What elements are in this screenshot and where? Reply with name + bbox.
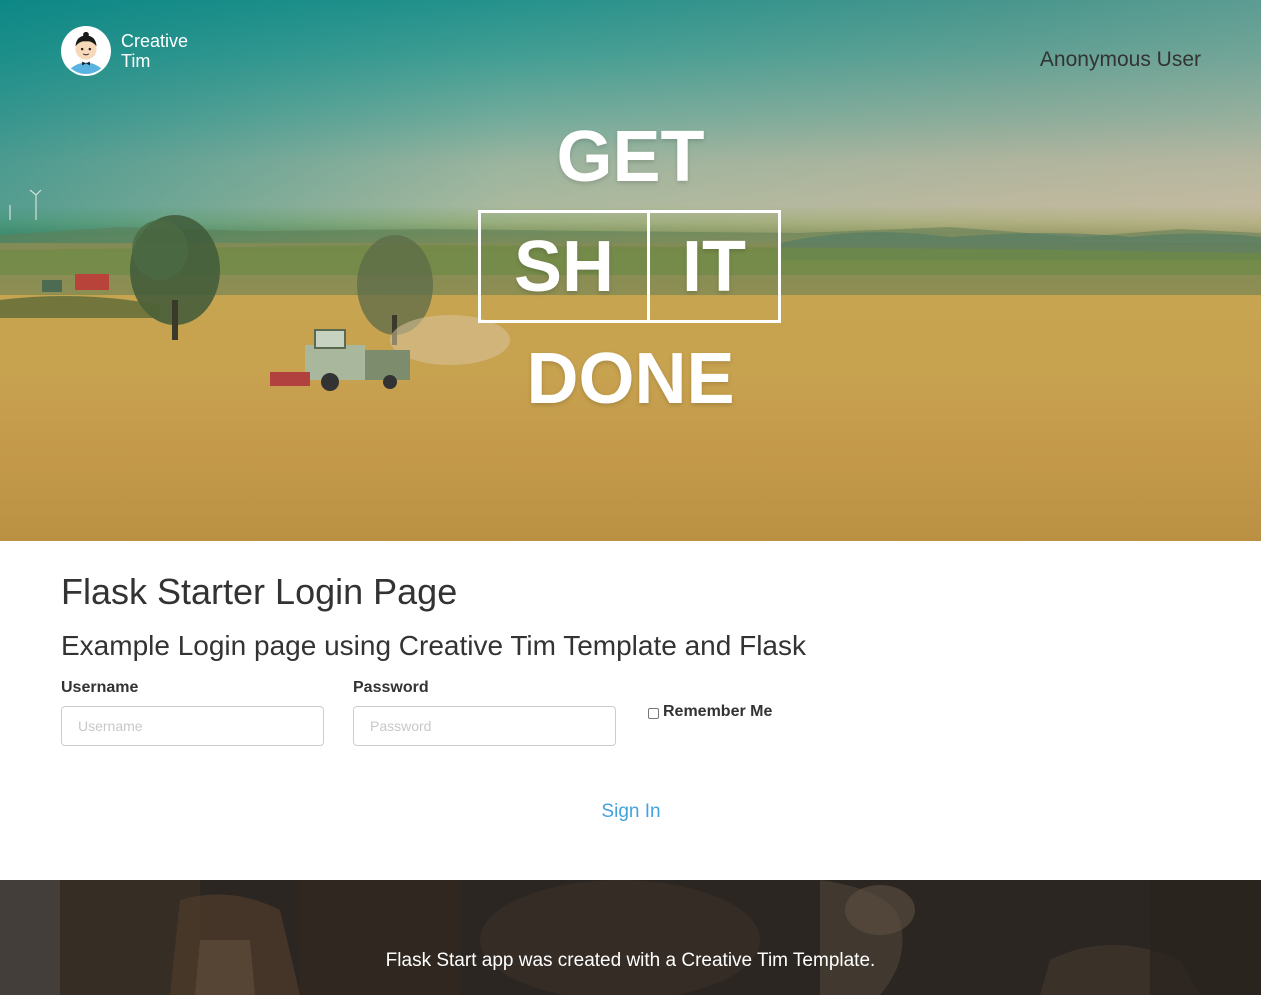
username-field-group: Username (61, 679, 324, 746)
page-subtitle: Example Login page using Creative Tim Te… (61, 630, 806, 661)
hero-banner: Creative Tim Anonymous User GET SH IT DO… (0, 0, 1261, 541)
hero-headline: GET SH IT DONE (0, 0, 1261, 541)
hero-headline-box: SH IT (478, 210, 781, 323)
hero-headline-box-right: IT (682, 226, 746, 307)
sign-in-button[interactable]: Sign In (601, 801, 660, 822)
remember-me[interactable]: Remember Me (648, 703, 772, 721)
footer-background (0, 880, 1261, 995)
remember-me-label[interactable]: Remember Me (663, 703, 772, 721)
footer-text: Flask Start app was created with a Creat… (385, 950, 876, 971)
hero-headline-line1: GET (556, 117, 705, 197)
password-label: Password (353, 679, 429, 696)
page-title: Flask Starter Login Page (61, 571, 458, 612)
username-input[interactable] (61, 706, 324, 746)
remember-me-checkbox[interactable] (648, 707, 659, 719)
username-label: Username (61, 679, 139, 696)
password-field-group: Password (353, 679, 616, 746)
hero-headline-box-left: SH (481, 213, 650, 320)
footer: Flask Start app was created with a Creat… (0, 880, 1261, 995)
sign-in-container: Sign In (61, 801, 1201, 823)
hero-headline-line3: DONE (526, 339, 735, 419)
password-input[interactable] (353, 706, 616, 746)
